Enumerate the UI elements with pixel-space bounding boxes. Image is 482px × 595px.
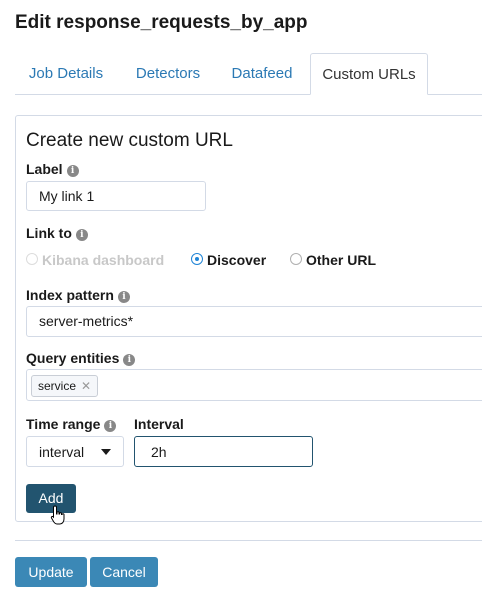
- update-button[interactable]: Update: [15, 557, 87, 587]
- chevron-down-icon: [101, 449, 111, 455]
- interval-input[interactable]: 2h: [134, 436, 313, 467]
- info-icon[interactable]: i: [66, 165, 79, 177]
- index-pattern-label: Index pattern i: [26, 287, 130, 303]
- tab-custom-urls[interactable]: Custom URLs: [310, 53, 428, 95]
- page-title: Edit response_requests_by_app: [15, 12, 308, 33]
- info-icon[interactable]: i: [104, 420, 117, 432]
- info-icon[interactable]: i: [75, 229, 88, 241]
- tab-detectors[interactable]: Detectors: [117, 53, 219, 93]
- query-entities-label: Query entities i: [26, 350, 136, 366]
- interval-label: Interval: [134, 416, 184, 432]
- tab-datafeed[interactable]: Datafeed: [219, 53, 305, 93]
- link-to-label: Link to i: [26, 225, 88, 241]
- cancel-button[interactable]: Cancel: [90, 557, 158, 587]
- tab-bar: Job Details Detectors Datafeed Custom UR…: [15, 53, 482, 95]
- radio-button-icon: [26, 253, 38, 265]
- radio-button-icon: [191, 253, 203, 265]
- entity-tag: service ✕: [31, 375, 99, 397]
- remove-tag-icon[interactable]: ✕: [81, 379, 91, 393]
- panel-title: Create new custom URL: [26, 130, 233, 151]
- radio-button-icon: [290, 253, 302, 265]
- info-icon[interactable]: i: [117, 291, 130, 303]
- tab-job-details[interactable]: Job Details: [15, 53, 117, 93]
- info-icon[interactable]: i: [123, 354, 136, 366]
- label-input[interactable]: My link 1: [26, 181, 206, 211]
- time-range-select[interactable]: interval: [26, 436, 124, 467]
- pointer-hand-icon: [50, 505, 66, 530]
- label-field-label: Label i: [26, 161, 79, 177]
- divider: [15, 540, 482, 541]
- time-range-label: Time range i: [26, 416, 117, 432]
- index-pattern-select[interactable]: server-metrics*: [26, 306, 482, 337]
